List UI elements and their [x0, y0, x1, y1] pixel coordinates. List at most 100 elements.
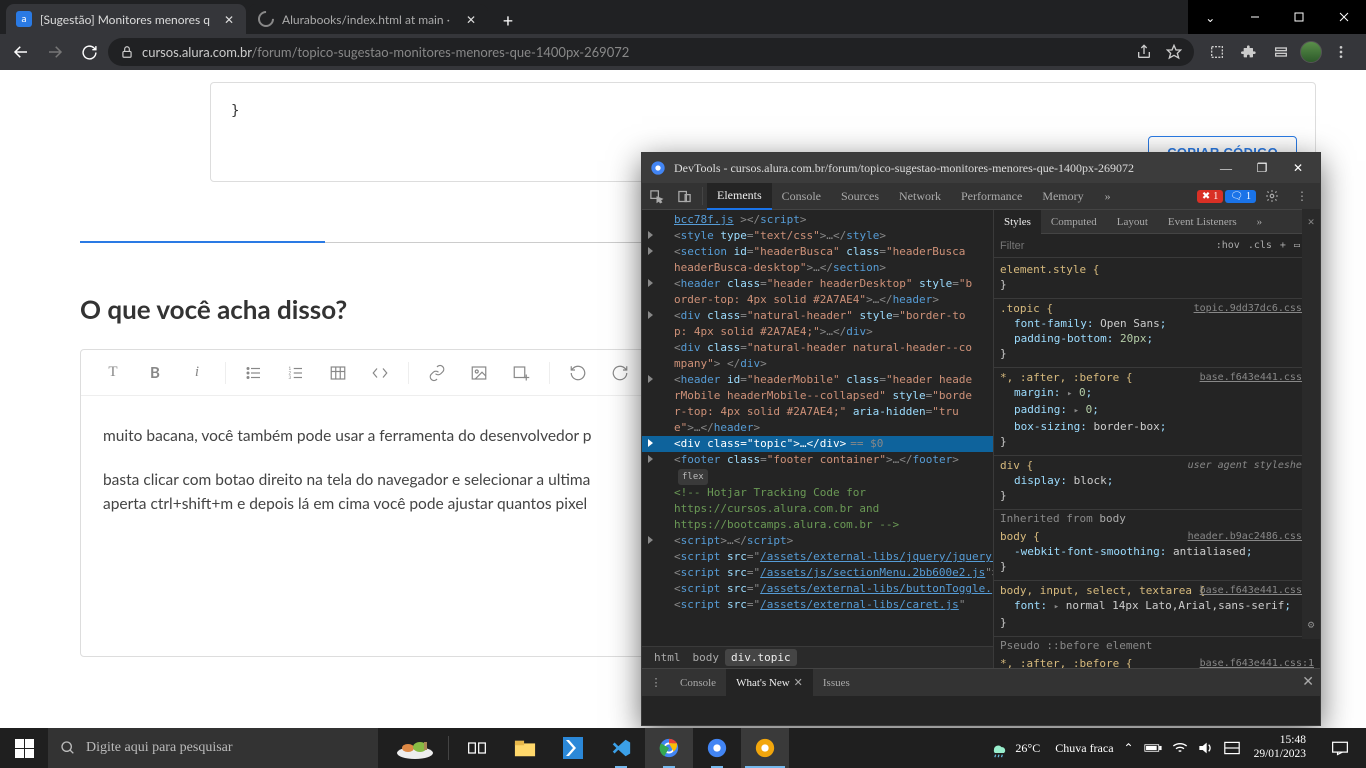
chrome-icon[interactable]: [693, 728, 741, 768]
battery-icon[interactable]: [1144, 742, 1162, 754]
chrome-icon[interactable]: [645, 728, 693, 768]
vscode-icon[interactable]: [597, 728, 645, 768]
browser-tab[interactable]: Alurabooks/index.html at main · ✕: [248, 4, 488, 34]
drawer-tab-whatsnew[interactable]: What's New✕: [726, 669, 813, 697]
tab-computed[interactable]: Computed: [1041, 210, 1107, 234]
crumb-selected[interactable]: div.topic: [725, 649, 797, 666]
chrome-canary-icon[interactable]: [741, 728, 789, 768]
code-button[interactable]: [362, 355, 398, 391]
link-button[interactable]: [419, 355, 455, 391]
volume-icon[interactable]: [1198, 741, 1214, 755]
close-button[interactable]: ✕: [1284, 154, 1312, 182]
weather-desc: Chuva fraca: [1055, 741, 1113, 756]
windows-taskbar: Digite aqui para pesquisar 26°C Chuva fr…: [0, 728, 1366, 768]
image-plus-button[interactable]: [503, 355, 539, 391]
forward-button[interactable]: [40, 37, 70, 67]
tab-performance[interactable]: Performance: [951, 183, 1032, 210]
gear-icon[interactable]: ⚙: [1308, 618, 1315, 631]
tab-elements[interactable]: Elements: [707, 183, 772, 210]
bookmark-icon[interactable]: [1166, 44, 1182, 60]
box-icon[interactable]: ▭: [1294, 240, 1300, 251]
wifi-icon[interactable]: [1172, 741, 1188, 755]
more-icon[interactable]: ⋮: [1288, 183, 1316, 210]
browser-tabstrip: a [Sugestão] Monitores menores q ✕ Alura…: [0, 0, 1188, 34]
breadcrumb[interactable]: html body div.topic: [642, 646, 993, 668]
inspect-element-icon[interactable]: [642, 183, 670, 210]
devtools-tabs: Elements Console Sources Network Perform…: [642, 183, 1320, 210]
taskbar-search[interactable]: Digite aqui para pesquisar: [48, 728, 378, 768]
minimize-button[interactable]: —: [1212, 154, 1240, 182]
selected-node: ⋯<div class="topic">…</div>== $0: [642, 436, 993, 452]
tab-network[interactable]: Network: [889, 183, 951, 210]
tab-layout[interactable]: Layout: [1107, 210, 1158, 234]
device-toggle-icon[interactable]: [670, 183, 698, 210]
devtools-titlebar[interactable]: DevTools - cursos.alura.com.br/forum/top…: [642, 153, 1320, 183]
tab-memory[interactable]: Memory: [1032, 183, 1093, 210]
undo-button[interactable]: [560, 355, 596, 391]
start-button[interactable]: [0, 728, 48, 768]
styles-rules[interactable]: element.style {} topic.9dd37dc6.css:1.to…: [994, 258, 1320, 668]
minimize-button[interactable]: [1233, 0, 1278, 34]
elements-panel[interactable]: bcc78f.js ></script> <style type="text/c…: [642, 210, 994, 668]
close-window-button[interactable]: [1322, 0, 1366, 34]
cls-toggle[interactable]: .cls: [1248, 240, 1272, 251]
tab-console[interactable]: Console: [772, 183, 831, 210]
maximize-button[interactable]: [1277, 0, 1322, 34]
tab-close-icon[interactable]: ✕: [464, 12, 478, 26]
url-text: cursos.alura.com.br/forum/topico-sugesta…: [142, 44, 1128, 60]
redo-button[interactable]: [602, 355, 638, 391]
styles-filter-input[interactable]: [1000, 240, 1208, 252]
back-button[interactable]: [6, 37, 36, 67]
new-tab-button[interactable]: +: [494, 6, 522, 34]
maximize-button[interactable]: ❐: [1248, 154, 1276, 182]
notifications-icon[interactable]: [1320, 728, 1360, 768]
language-icon[interactable]: [1224, 741, 1240, 755]
profile-avatar[interactable]: [1300, 41, 1322, 63]
file-explorer-icon[interactable]: [501, 728, 549, 768]
reload-button[interactable]: [74, 37, 104, 67]
clock[interactable]: 15:4829/01/2023: [1250, 734, 1310, 762]
browser-tab-active[interactable]: a [Sugestão] Monitores menores q ✕: [6, 4, 246, 34]
crumb-body[interactable]: body: [687, 649, 726, 666]
info-badge[interactable]: 🗨 1: [1225, 190, 1256, 203]
close-icon[interactable]: ✕: [794, 676, 803, 689]
bold-button[interactable]: B: [137, 355, 173, 391]
drawer-tab-console[interactable]: Console: [670, 669, 726, 697]
image-button[interactable]: [461, 355, 497, 391]
task-view-icon[interactable]: [453, 728, 501, 768]
menu-dots-icon[interactable]: [1328, 39, 1354, 65]
drawer-close-icon[interactable]: ✕: [1302, 674, 1314, 691]
table-button[interactable]: [320, 355, 356, 391]
app-icon[interactable]: [549, 728, 597, 768]
tab-styles[interactable]: Styles: [994, 210, 1041, 234]
address-bar[interactable]: cursos.alura.com.br/forum/topico-sugesta…: [108, 38, 1194, 66]
drawer-menu-icon[interactable]: ⋮: [642, 669, 670, 696]
italic-button[interactable]: i: [179, 355, 215, 391]
extension-icon[interactable]: [1268, 39, 1294, 65]
crumb-html[interactable]: html: [648, 649, 687, 666]
gear-icon[interactable]: [1258, 183, 1286, 210]
ordered-list-button[interactable]: 123: [278, 355, 314, 391]
weather-widget[interactable]: 26°C Chuva fraca: [989, 738, 1113, 758]
browser-toolbar: cursos.alura.com.br/forum/topico-sugesta…: [0, 34, 1366, 70]
extensions-puzzle-icon[interactable]: [1236, 39, 1262, 65]
close-icon[interactable]: ✕: [1308, 215, 1315, 228]
system-tray: 26°C Chuva fraca ⌃ 15:4829/01/2023: [983, 728, 1366, 768]
tab-event-listeners[interactable]: Event Listeners: [1158, 210, 1247, 234]
error-badge[interactable]: ✖ 1: [1197, 190, 1223, 203]
drawer-tab-issues[interactable]: Issues: [813, 669, 860, 697]
tray-chevron-icon[interactable]: ⌃: [1124, 741, 1134, 756]
share-icon[interactable]: [1136, 44, 1152, 60]
more-tabs-icon[interactable]: »: [1247, 210, 1273, 234]
more-tabs-icon[interactable]: »: [1094, 183, 1122, 210]
hov-toggle[interactable]: :hov: [1216, 240, 1240, 251]
tab-close-icon[interactable]: ✕: [222, 12, 236, 26]
bullet-list-button[interactable]: [236, 355, 272, 391]
tab-sources[interactable]: Sources: [831, 183, 889, 210]
heading-button[interactable]: T: [95, 355, 131, 391]
chrome-chevron-button[interactable]: ⌄: [1188, 0, 1233, 34]
new-style-icon[interactable]: +: [1280, 240, 1286, 251]
news-widget-icon[interactable]: [386, 732, 444, 764]
tab-title: Alurabooks/index.html at main ·: [282, 12, 456, 27]
extension-icon[interactable]: [1204, 39, 1230, 65]
